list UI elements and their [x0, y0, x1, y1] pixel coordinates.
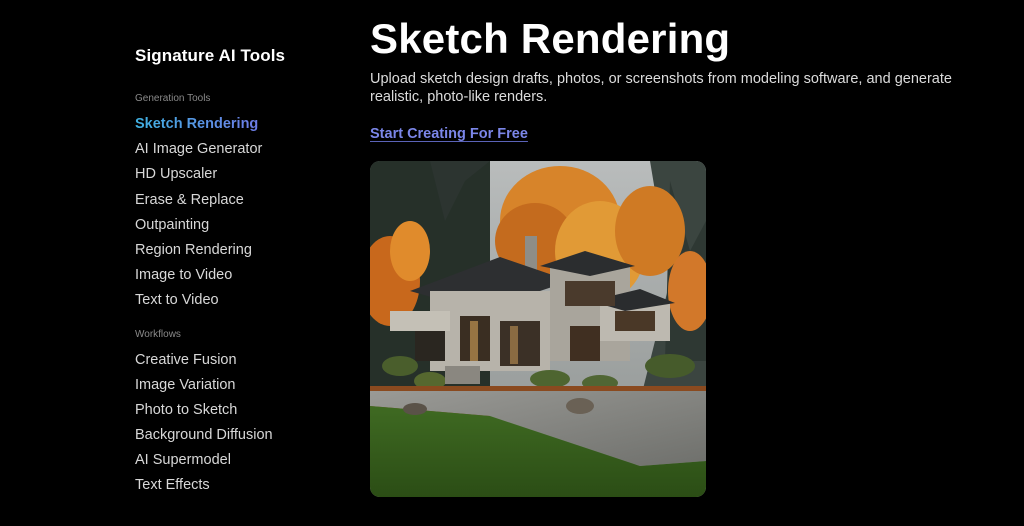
- sidebar-item-creative-fusion[interactable]: Creative Fusion: [135, 348, 345, 373]
- nav-group-workflows: Workflows Creative Fusion Image Variatio…: [135, 328, 345, 499]
- sidebar-item-text-to-video[interactable]: Text to Video: [135, 288, 345, 313]
- sidebar-item-ai-image-generator[interactable]: AI Image Generator: [135, 137, 345, 162]
- section-heading-generation-tools: Generation Tools: [135, 93, 211, 104]
- rock: [403, 403, 427, 415]
- sidebar-item-erase-replace[interactable]: Erase & Replace: [135, 188, 345, 213]
- sidebar-item-background-diffusion[interactable]: Background Diffusion: [135, 423, 345, 448]
- sidebar-item-photo-to-sketch[interactable]: Photo to Sketch: [135, 398, 345, 423]
- start-creating-link[interactable]: Start Creating For Free: [370, 126, 528, 142]
- sidebar-item-outpainting[interactable]: Outpainting: [135, 213, 345, 238]
- page: Signature AI Tools Generation Tools Sket…: [0, 0, 1024, 526]
- sidebar-item-ai-supermodel[interactable]: AI Supermodel: [135, 448, 345, 473]
- sidebar-item-region-rendering[interactable]: Region Rendering: [135, 238, 345, 263]
- nav-list-workflows: Creative Fusion Image Variation Photo to…: [135, 348, 345, 499]
- sidebar-item-image-variation[interactable]: Image Variation: [135, 373, 345, 398]
- steps: [445, 366, 480, 384]
- page-description: Upload sketch design drafts, photos, or …: [370, 71, 952, 105]
- nav-group-generation-tools: Generation Tools Sketch Rendering AI Ima…: [135, 92, 345, 314]
- sidebar-item-image-to-video[interactable]: Image to Video: [135, 263, 345, 288]
- main-content: Sketch Rendering Upload sketch design dr…: [370, 14, 970, 143]
- nav-list-generation-tools: Sketch Rendering AI Image Generator HD U…: [135, 112, 345, 314]
- page-title: Sketch Rendering: [370, 15, 731, 62]
- sidebar-item-hd-upscaler[interactable]: HD Upscaler: [135, 162, 345, 187]
- house-render-illustration: [370, 161, 706, 497]
- sidebar-title: Signature AI Tools: [135, 46, 286, 65]
- rock: [566, 398, 594, 414]
- sidebar-item-sketch-rendering[interactable]: Sketch Rendering: [135, 112, 345, 137]
- section-heading-workflows: Workflows: [135, 328, 181, 340]
- sidebar-item-text-effects[interactable]: Text Effects: [135, 473, 345, 498]
- hero-image: [370, 161, 706, 497]
- sidebar: Signature AI Tools Generation Tools Sket…: [135, 46, 345, 499]
